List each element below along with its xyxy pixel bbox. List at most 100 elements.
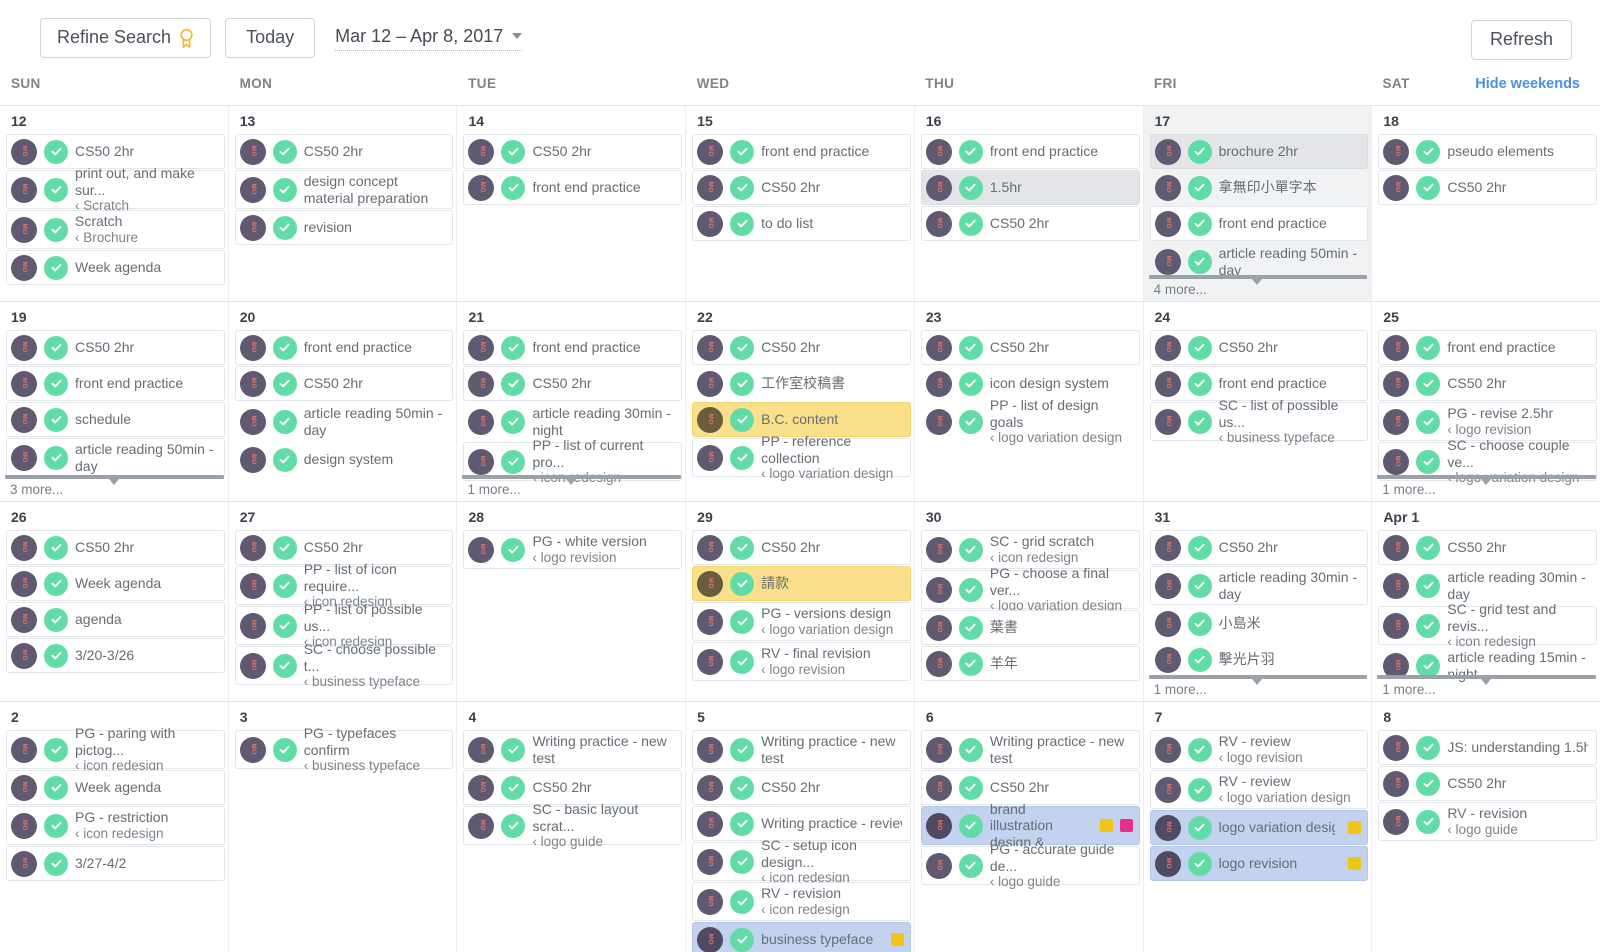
check-icon[interactable] xyxy=(272,335,297,360)
check-icon[interactable] xyxy=(272,447,297,472)
check-icon[interactable] xyxy=(44,737,68,762)
day-cell[interactable]: 25 MO front end practice MO CS50 2hr MO PG - r… xyxy=(1372,302,1600,501)
calendar-event[interactable]: MO CS50 2hr xyxy=(1378,170,1598,205)
calendar-event[interactable]: MO RV - revision ‹ logo guide xyxy=(1378,802,1598,841)
tag-swatch[interactable] xyxy=(1348,857,1362,870)
check-icon[interactable] xyxy=(730,335,755,360)
day-cell[interactable]: 4 MO Writing practice - new test MO CS50 2hr… xyxy=(457,702,687,952)
check-icon[interactable] xyxy=(1416,573,1441,598)
calendar-event[interactable]: MO Week agenda xyxy=(6,770,225,805)
today-button[interactable]: Today xyxy=(225,18,316,58)
check-icon[interactable] xyxy=(272,139,297,164)
check-icon[interactable] xyxy=(730,407,755,432)
calendar-event[interactable]: MO logo revision xyxy=(1149,846,1369,881)
check-icon[interactable] xyxy=(501,335,526,360)
check-icon[interactable] xyxy=(272,653,297,678)
check-icon[interactable] xyxy=(958,813,983,838)
calendar-event[interactable]: MO CS50 2hr xyxy=(692,770,911,805)
check-icon[interactable] xyxy=(1187,139,1212,164)
calendar-event[interactable]: MO front end practice xyxy=(6,366,225,401)
calendar-event[interactable]: MO PP - list of icon require... ‹ icon red… xyxy=(234,561,454,609)
check-icon[interactable] xyxy=(1187,211,1212,236)
check-icon[interactable] xyxy=(730,175,755,200)
check-icon[interactable] xyxy=(1187,335,1212,360)
check-icon[interactable] xyxy=(730,775,755,800)
day-cell[interactable]: 21 MO front end practice MO CS50 2hr MO articl… xyxy=(457,302,687,501)
refresh-button[interactable]: Refresh xyxy=(1470,20,1572,60)
check-icon[interactable] xyxy=(501,409,526,434)
calendar-event[interactable]: MO B.C. content xyxy=(692,402,911,437)
check-icon[interactable] xyxy=(958,615,983,640)
calendar-event[interactable]: MO article reading 30min - day xyxy=(1378,566,1597,605)
check-icon[interactable] xyxy=(44,775,68,800)
check-icon[interactable] xyxy=(44,643,68,668)
day-cell[interactable]: 26 MO CS50 2hr MO Week agenda MO agenda MO 3/20-… xyxy=(0,502,229,701)
check-icon[interactable] xyxy=(501,775,526,800)
check-icon[interactable] xyxy=(730,535,755,560)
more-events-label[interactable]: 4 more... xyxy=(1154,282,1207,297)
day-cell[interactable]: Apr 1 MO CS50 2hr MO article reading 30min -… xyxy=(1372,502,1600,701)
check-icon[interactable] xyxy=(958,853,983,878)
calendar-event[interactable]: MO PP - reference collection ‹ logo variat… xyxy=(692,433,911,481)
check-icon[interactable] xyxy=(730,445,755,470)
check-icon[interactable] xyxy=(1187,815,1212,840)
check-icon[interactable] xyxy=(44,571,68,596)
day-cell[interactable]: 13 MO CS50 2hr MO design concept material pr… xyxy=(229,106,458,301)
calendar-event[interactable]: MO CS50 2hr xyxy=(1149,530,1369,565)
calendar-event[interactable]: MO article reading 30min - night xyxy=(463,402,682,441)
day-cell[interactable]: 12 MO CS50 2hr MO print out, and make sur...… xyxy=(0,106,229,301)
check-icon[interactable] xyxy=(44,407,68,432)
calendar-event[interactable]: MO CS50 2hr xyxy=(6,134,225,169)
calendar-event[interactable]: MO PG - versions design ‹ logo variation d… xyxy=(692,602,911,641)
calendar-event[interactable]: MO PG - paring with pictog... ‹ icon redes… xyxy=(6,725,225,773)
calendar-event[interactable]: MO 工作室校稿書 xyxy=(692,366,911,401)
check-icon[interactable] xyxy=(44,813,68,838)
tag-swatch[interactable] xyxy=(890,933,904,946)
calendar-event[interactable]: MO CS50 2hr xyxy=(1149,330,1369,365)
calendar-event[interactable]: MO front end practice xyxy=(463,330,683,365)
calendar-event[interactable]: MO 拿無印小單字本 xyxy=(1150,170,1369,205)
check-icon[interactable] xyxy=(44,217,68,242)
calendar-event[interactable]: MO front end practice xyxy=(920,134,1140,169)
calendar-event[interactable]: MO Week agenda xyxy=(6,250,225,285)
calendar-event[interactable]: MO PG - revise 2.5hr ‹ logo revision xyxy=(1378,402,1598,441)
day-cell[interactable]: 16 MO front end practice MO 1.5hr MO CS50 2hr xyxy=(915,106,1144,301)
calendar-event[interactable]: MO Week agenda xyxy=(6,566,225,601)
more-events-row[interactable]: 4 more... xyxy=(1144,275,1372,301)
day-cell[interactable]: 20 MO front end practice MO CS50 2hr MO articl… xyxy=(229,302,458,501)
check-icon[interactable] xyxy=(730,139,755,164)
check-icon[interactable] xyxy=(1416,409,1441,434)
check-icon[interactable] xyxy=(1187,535,1212,560)
date-range-selector[interactable]: Mar 12 – Apr 8, 2017 xyxy=(335,26,523,51)
calendar-event[interactable]: MO CS50 2hr xyxy=(1378,530,1598,565)
calendar-event[interactable]: MO JS: understanding 1.5hr xyxy=(1378,730,1598,765)
check-icon[interactable] xyxy=(730,371,755,396)
calendar-event[interactable]: MO CS50 2hr xyxy=(463,366,683,401)
check-icon[interactable] xyxy=(1416,371,1441,396)
check-icon[interactable] xyxy=(1187,573,1212,598)
day-cell[interactable]: 6 MO Writing practice - new test MO CS50 2hr… xyxy=(915,702,1144,952)
check-icon[interactable] xyxy=(1416,449,1441,474)
calendar-event[interactable]: MO SC - setup icon design... ‹ icon redesi… xyxy=(692,837,911,885)
calendar-event[interactable]: MO front end practice xyxy=(1149,206,1369,241)
day-cell[interactable]: 30 MO SC - grid scratch ‹ icon redesign MO PG… xyxy=(915,502,1144,701)
check-icon[interactable] xyxy=(44,535,68,560)
calendar-event[interactable]: MO RV - final revision ‹ logo revision xyxy=(692,642,911,681)
check-icon[interactable] xyxy=(272,215,297,240)
check-icon[interactable] xyxy=(730,609,755,634)
check-icon[interactable] xyxy=(44,371,68,396)
day-cell[interactable]: 27 MO CS50 2hr MO PP - list of icon require.… xyxy=(229,502,458,701)
calendar-event[interactable]: MO CS50 2hr xyxy=(692,530,911,565)
more-events-row[interactable]: 1 more... xyxy=(1144,675,1372,701)
calendar-event[interactable]: MO design concept material preparation xyxy=(234,170,454,209)
day-cell[interactable]: 14 MO CS50 2hr MO front end practice xyxy=(457,106,687,301)
check-icon[interactable] xyxy=(1416,335,1441,360)
hide-weekends-link[interactable]: Hide weekends xyxy=(1475,76,1580,92)
calendar-event[interactable]: MO 請款 xyxy=(692,566,911,601)
calendar-event[interactable]: MO SC - basic layout scrat... ‹ logo guide xyxy=(463,801,683,849)
check-icon[interactable] xyxy=(1187,737,1212,762)
check-icon[interactable] xyxy=(44,255,68,280)
calendar-event[interactable]: MO SC - grid scratch ‹ icon redesign xyxy=(920,530,1140,569)
calendar-event[interactable]: MO CS50 2hr xyxy=(920,330,1140,365)
more-events-row[interactable]: 3 more... xyxy=(0,475,228,501)
